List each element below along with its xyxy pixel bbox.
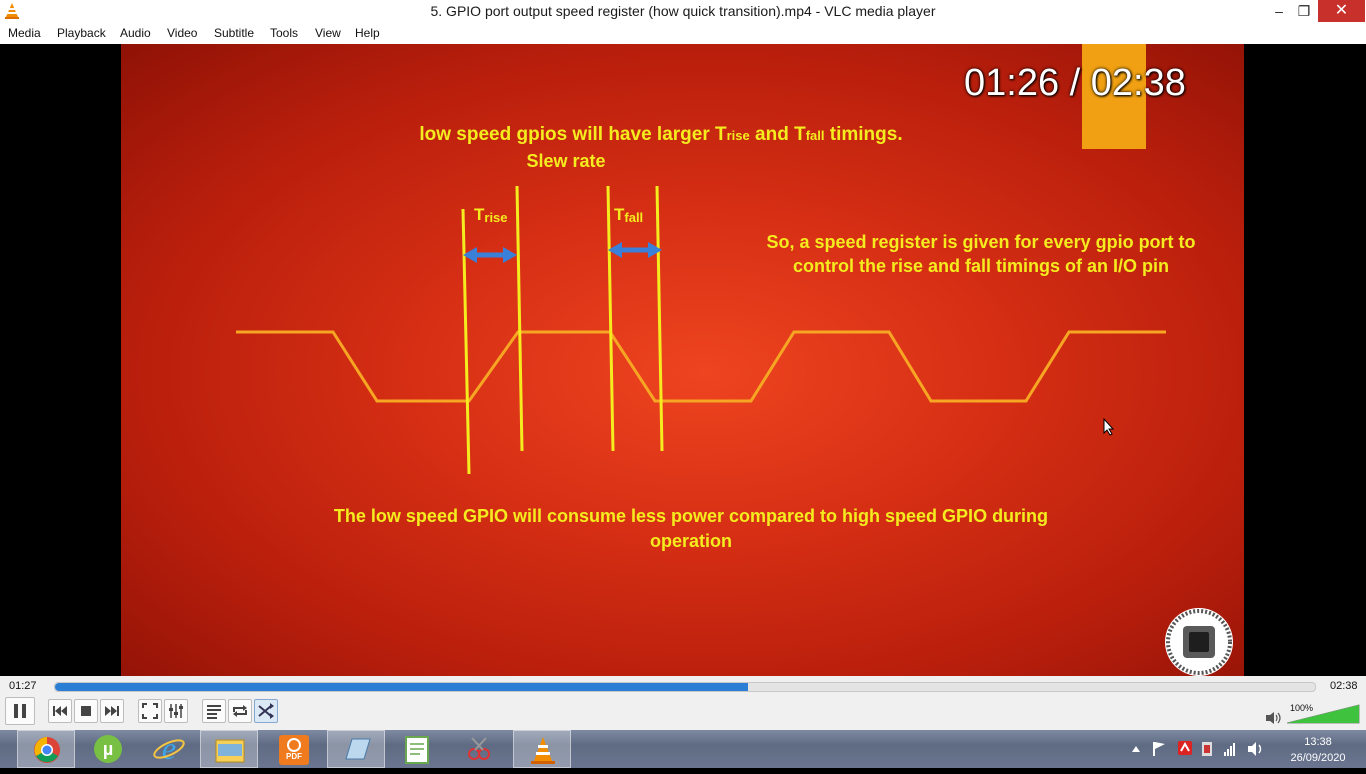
speed-register-note: So, a speed register is given for every …	[766, 232, 1196, 276]
snipping-tool-icon	[468, 737, 490, 760]
menu-media[interactable]: Media	[8, 26, 41, 40]
total-time: 02:38	[1330, 680, 1358, 692]
playlist-icon	[207, 705, 221, 719]
signal-waveform	[236, 330, 1166, 403]
svg-text:PDF: PDF	[286, 752, 302, 761]
notepad-plus-plus-icon	[405, 736, 429, 764]
pause-button[interactable]	[5, 697, 35, 725]
menu-audio[interactable]: Audio	[120, 26, 151, 40]
chip-logo-icon	[1165, 608, 1233, 676]
clock-time: 13:38	[1304, 736, 1332, 748]
playback-controls: 01:27 02:38 100%	[0, 676, 1366, 730]
mouse-cursor-icon	[1103, 418, 1115, 436]
speaker-icon[interactable]	[1265, 711, 1281, 725]
device-icon	[1202, 742, 1212, 756]
tfall-arrow	[608, 242, 662, 258]
network-signal-icon	[1224, 743, 1235, 756]
menu-view[interactable]: View	[315, 26, 341, 40]
window-title: 5. GPIO port output speed register (how …	[430, 3, 936, 19]
taskbar: µ e PDF 13:38 26/09/2020	[0, 730, 1366, 768]
file-explorer-icon	[215, 739, 245, 763]
menu-bar: Media Playback Audio Video Subtitle Tool…	[0, 23, 1366, 44]
show-hidden-icons-icon	[1132, 746, 1140, 752]
loop-button[interactable]	[228, 699, 252, 723]
playlist-button[interactable]	[202, 699, 226, 723]
volume-tray-icon	[1248, 742, 1262, 756]
extended-settings-button[interactable]	[164, 699, 188, 723]
previous-icon	[53, 706, 67, 716]
internet-explorer-icon: e	[153, 730, 185, 766]
vlc-icon	[531, 737, 555, 764]
close-button[interactable]: ✕	[1318, 0, 1365, 22]
svg-text:e: e	[162, 730, 176, 766]
menu-help[interactable]: Help	[355, 26, 380, 40]
taskbar-notepad[interactable]	[327, 730, 385, 768]
extended-settings-icon	[169, 704, 183, 718]
notepad-icon	[345, 738, 371, 760]
seek-bar[interactable]	[54, 682, 1316, 692]
power-note: The low speed GPIO will consume less pow…	[333, 506, 1049, 551]
maximize-button[interactable]: ❐	[1287, 0, 1321, 22]
svg-text:µ: µ	[103, 739, 113, 759]
taskbar-file-explorer[interactable]	[200, 730, 258, 768]
shuffle-button[interactable]	[254, 699, 278, 723]
trise-right-line	[515, 185, 524, 452]
current-time: 01:27	[9, 680, 37, 692]
menu-tools[interactable]: Tools	[270, 26, 298, 40]
taskbar-pdf-app[interactable]: PDF	[265, 730, 323, 768]
taskbar-snipping-tool[interactable]	[450, 730, 508, 768]
menu-playback[interactable]: Playback	[57, 26, 106, 40]
next-button[interactable]	[100, 699, 124, 723]
pdf-app-icon: PDF	[279, 735, 309, 765]
tray-icons[interactable]	[1128, 730, 1268, 768]
trise-arrow	[463, 247, 517, 263]
stop-icon	[81, 706, 91, 716]
menu-subtitle[interactable]: Subtitle	[214, 26, 254, 40]
tfall-left-line	[606, 185, 615, 452]
antivirus-icon	[1178, 741, 1192, 755]
taskbar-utorrent[interactable]: µ	[79, 730, 137, 768]
menu-video[interactable]: Video	[167, 26, 197, 40]
taskbar-internet-explorer[interactable]: e	[140, 730, 198, 768]
trise-left-line	[461, 208, 471, 475]
next-icon	[105, 706, 119, 716]
seek-bar-progress	[55, 683, 748, 691]
fullscreen-button[interactable]	[138, 699, 162, 723]
shuffle-icon	[258, 703, 274, 719]
system-clock[interactable]: 13:38 26/09/2020	[1276, 734, 1360, 766]
tfall-label: Tfall	[614, 205, 643, 225]
trise-label: Trise	[474, 205, 508, 225]
title-bar: 5. GPIO port output speed register (how …	[0, 0, 1366, 24]
pause-icon	[14, 704, 26, 718]
previous-button[interactable]	[48, 699, 72, 723]
action-center-flag-icon	[1153, 742, 1165, 756]
video-area[interactable]: 01:26 / 02:38 low speed gpios will have …	[0, 44, 1366, 676]
slide-frame: 01:26 / 02:38 low speed gpios will have …	[121, 44, 1244, 676]
volume-slider[interactable]	[1287, 704, 1361, 724]
tfall-right-line	[655, 185, 664, 452]
chrome-icon	[34, 737, 60, 763]
waveform-diagram: Trise Tfall	[236, 185, 1166, 475]
taskbar-vlc[interactable]	[513, 730, 571, 768]
taskbar-chrome[interactable]	[17, 730, 75, 768]
taskbar-notepad-plus-plus[interactable]	[389, 730, 447, 768]
stop-button[interactable]	[74, 699, 98, 723]
clock-date: 26/09/2020	[1290, 752, 1346, 764]
utorrent-icon: µ	[94, 735, 122, 763]
loop-icon	[233, 705, 247, 717]
fullscreen-icon	[142, 703, 158, 719]
